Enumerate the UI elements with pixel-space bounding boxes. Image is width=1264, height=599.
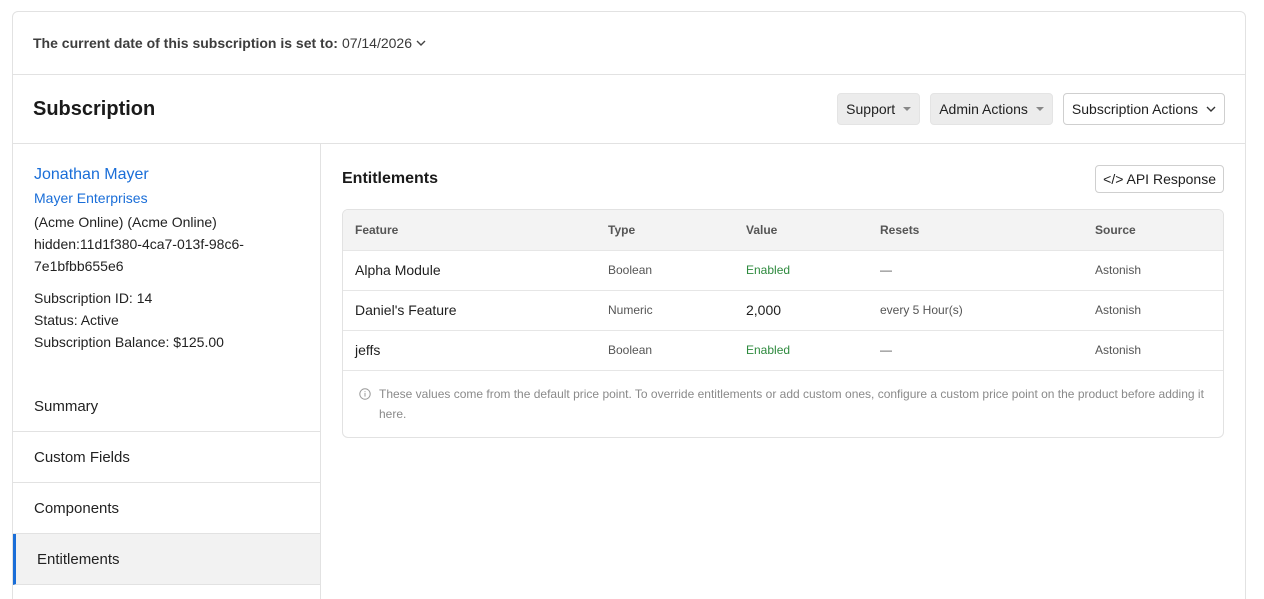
subscription-date-bar: The current date of this subscription is… <box>13 12 1245 75</box>
type-cell: Boolean <box>596 249 734 290</box>
table-row: Daniel's Feature Numeric 2,000 every 5 H… <box>343 289 1223 330</box>
sidebar-item-label: Components <box>34 499 120 517</box>
entitlements-header: Entitlements </> API Response <box>342 165 1224 193</box>
subscription-actions-button[interactable]: Subscription Actions <box>1062 93 1225 125</box>
customer-name-link[interactable]: Jonathan Mayer <box>34 166 299 184</box>
page-title: Subscription <box>33 97 156 120</box>
api-response-button[interactable]: </> API Response <box>1095 165 1224 193</box>
subscription-date-label: The current date of this subscription is… <box>33 35 338 51</box>
column-header-type: Type <box>596 210 734 250</box>
table-header-row: Feature Type Value Resets Source <box>343 210 1223 250</box>
sidebar-item-label: Entitlements <box>37 550 120 568</box>
sidebar-item-entitlements[interactable]: Entitlements <box>13 534 320 585</box>
entitlements-note-text: These values come from the default price… <box>379 387 1204 421</box>
source-cell: Astonish <box>1083 329 1223 370</box>
sidebar-item-components[interactable]: Components <box>13 483 320 534</box>
sidebar: Jonathan Mayer Mayer Enterprises (Acme O… <box>13 144 321 599</box>
resets-cell: — <box>868 249 1083 290</box>
subscription-status: Status: Active <box>34 312 119 328</box>
info-icon <box>359 388 371 400</box>
column-header-feature: Feature <box>343 210 596 250</box>
sidebar-item-label: Summary <box>34 397 99 415</box>
sidebar-nav: Summary Custom Fields Components Entitle… <box>13 381 320 585</box>
product-name: (Acme Online) (Acme Online) <box>34 214 217 230</box>
customer-reference-line-2: 7e1bfbb655e6 <box>34 258 124 274</box>
source-cell: Astonish <box>1083 289 1223 330</box>
subscription-id: Subscription ID: 14 <box>34 290 153 306</box>
source-cell: Astonish <box>1083 249 1223 290</box>
resets-cell: — <box>868 329 1083 370</box>
caret-down-icon <box>1035 107 1044 111</box>
column-header-source: Source <box>1083 210 1223 250</box>
type-cell: Numeric <box>596 289 734 330</box>
column-header-value: Value <box>734 210 868 250</box>
organization-link[interactable]: Mayer Enterprises <box>34 190 299 206</box>
resets-cell: every 5 Hour(s) <box>868 289 1083 330</box>
sidebar-item-custom-fields[interactable]: Custom Fields <box>13 432 320 483</box>
sidebar-item-summary[interactable]: Summary <box>13 381 320 432</box>
support-button-label: Support <box>846 101 896 117</box>
caret-down-icon <box>903 107 912 111</box>
value-cell: Enabled <box>734 329 868 370</box>
subscription-card: The current date of this subscription is… <box>12 11 1246 599</box>
table-row: jeffs Boolean Enabled — Astonish <box>343 329 1223 370</box>
chevron-down-icon <box>416 40 426 46</box>
value-cell: Enabled <box>734 249 868 290</box>
admin-actions-label: Admin Actions <box>939 101 1028 117</box>
table-row: Alpha Module Boolean Enabled — Astonish <box>343 249 1223 290</box>
subscription-balance: Subscription Balance: $125.00 <box>34 334 224 350</box>
feature-cell: Daniel's Feature <box>343 289 596 330</box>
customer-info: Jonathan Mayer Mayer Enterprises (Acme O… <box>13 144 320 353</box>
entitlements-table: Feature Type Value Resets Source Alpha M… <box>342 209 1224 438</box>
entitlements-panel: Entitlements </> API Response Feature Ty… <box>321 144 1245 599</box>
value-cell: 2,000 <box>734 289 868 330</box>
entitlements-title: Entitlements <box>342 170 439 187</box>
type-cell: Boolean <box>596 329 734 370</box>
page-header: Subscription Support Admin Actions Subsc… <box>13 75 1245 144</box>
subscription-date-dropdown[interactable]: 07/14/2026 <box>342 35 426 51</box>
admin-actions-button[interactable]: Admin Actions <box>930 93 1053 125</box>
subscription-date-value: 07/14/2026 <box>341 35 413 51</box>
feature-cell: jeffs <box>343 329 596 370</box>
support-button[interactable]: Support <box>837 93 921 125</box>
customer-reference-line-1: hidden:11d1f380-4ca7-013f-98c6- <box>34 236 244 252</box>
page-body: Jonathan Mayer Mayer Enterprises (Acme O… <box>13 144 1245 599</box>
sidebar-item-label: Custom Fields <box>34 448 130 466</box>
header-actions: Support Admin Actions Subscription Actio… <box>837 93 1225 125</box>
subscription-actions-label: Subscription Actions <box>1071 101 1198 117</box>
entitlements-note: These values come from the default price… <box>343 370 1223 437</box>
feature-cell: Alpha Module <box>343 249 596 290</box>
column-header-resets: Resets <box>868 210 1083 250</box>
chevron-down-icon <box>1206 106 1216 112</box>
